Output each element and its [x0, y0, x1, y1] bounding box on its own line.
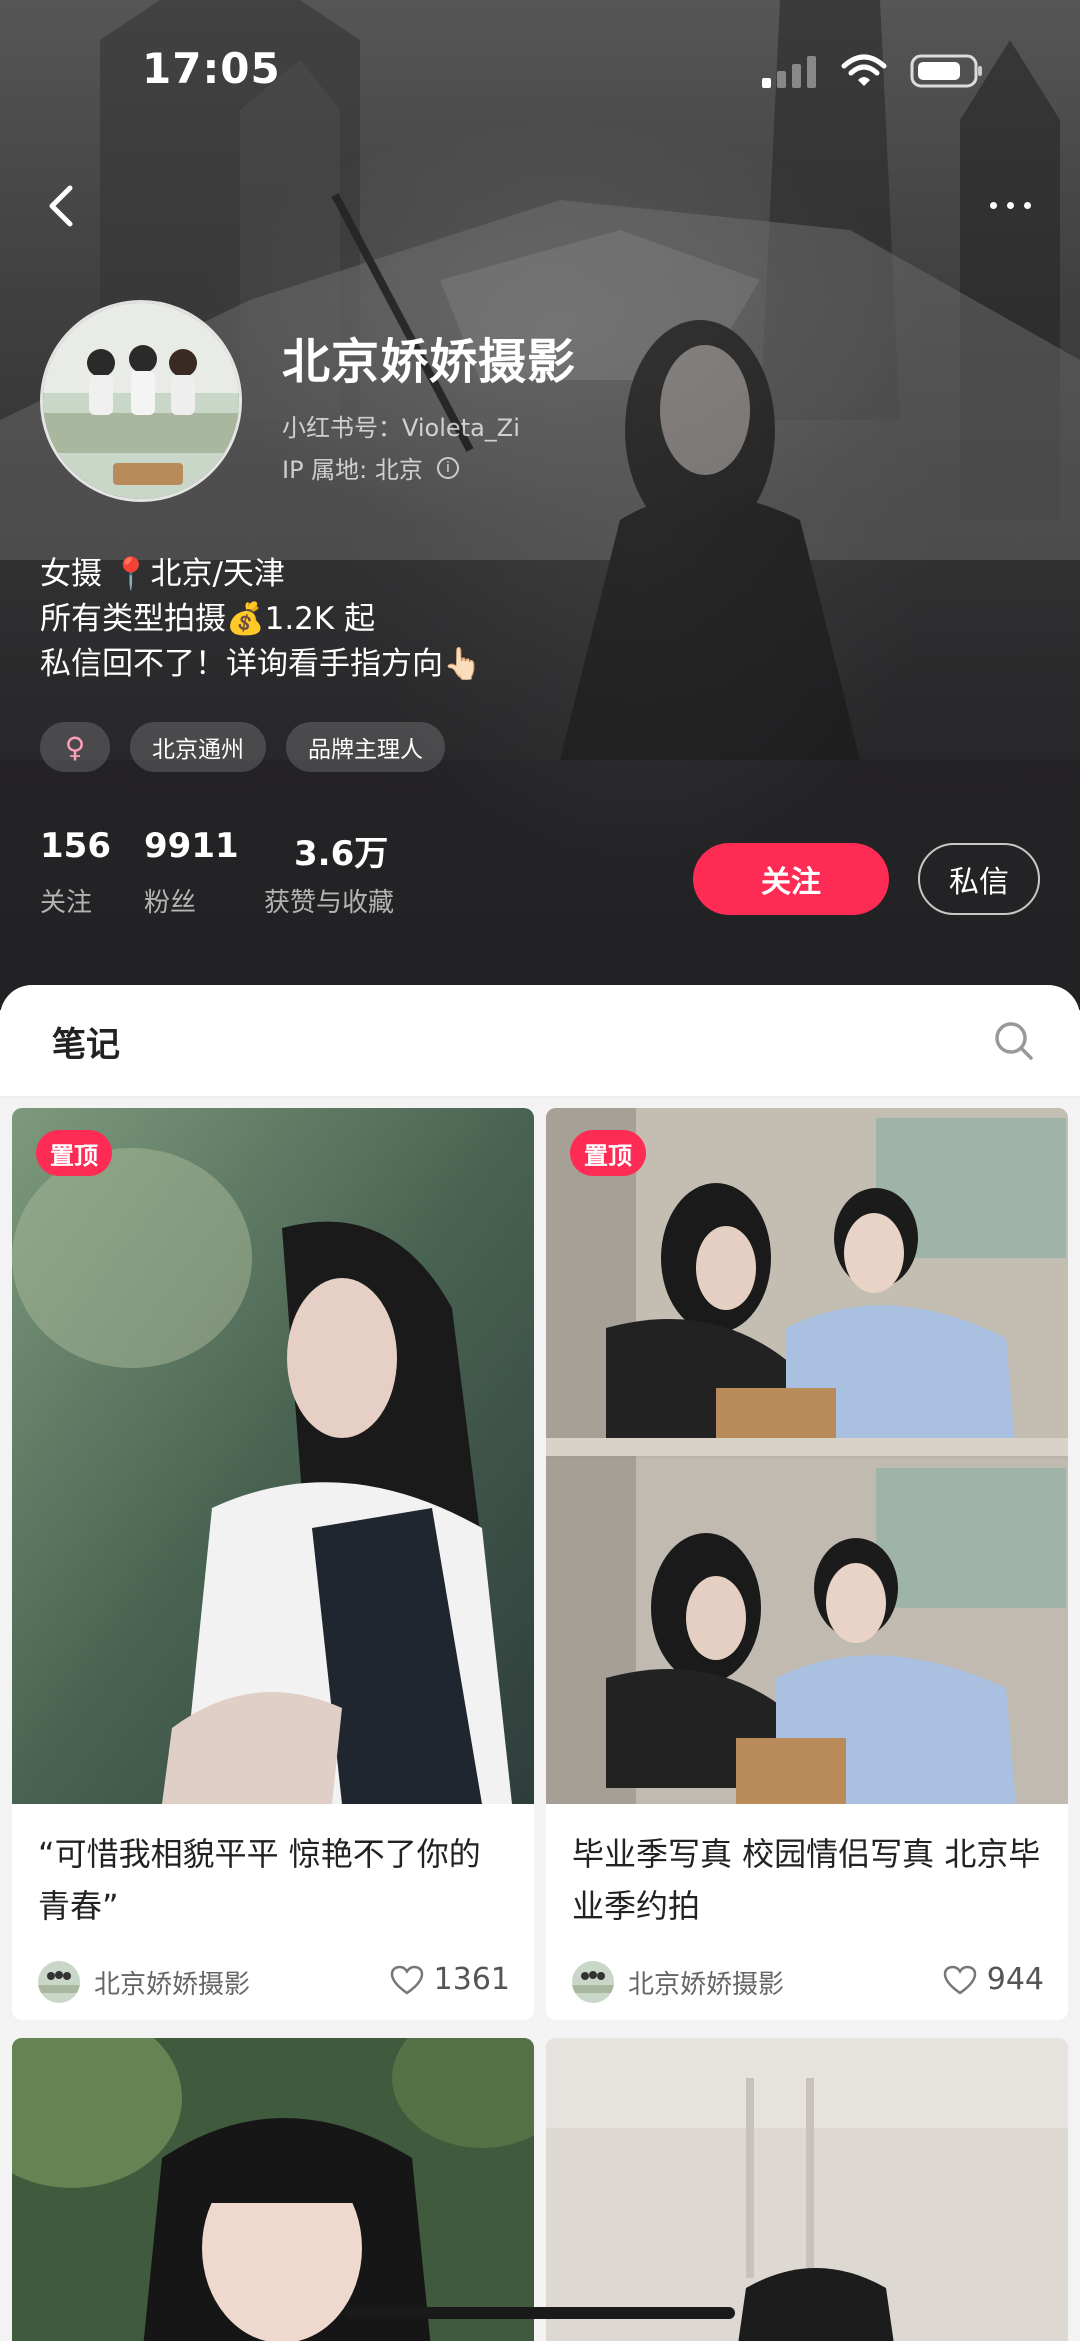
profile-nickname: 北京娇娇摄影 [282, 334, 577, 390]
profile-header: 17:05 北京娇娇摄影 小红书号：Violeta_Zi IP 属地: 北京 i… [0, 0, 1080, 1010]
ip-location: IP 属地: 北京 [282, 456, 423, 484]
note-cover-image [12, 2038, 534, 2341]
pinned-badge: 置顶 [36, 1130, 112, 1176]
like-button[interactable]: 944 [943, 1962, 1044, 1997]
author-avatar[interactable] [38, 1961, 80, 2003]
note-card[interactable] [12, 2038, 534, 2341]
avatar-image [43, 303, 239, 499]
like-count: 1361 [433, 1962, 510, 1997]
heart-icon [390, 1965, 423, 1995]
stat-label: 获赞与收藏 [264, 888, 395, 918]
profile-tags: ♀ 北京通州 品牌主理人 [40, 722, 445, 772]
note-footer: 北京娇娇摄影 944 [546, 1944, 1068, 2020]
home-indicator[interactable] [345, 2307, 735, 2319]
note-cover [546, 2038, 1068, 2341]
bio-line: 所有类型拍摄💰1.2K 起 [40, 601, 376, 637]
note-card[interactable] [546, 2038, 1068, 2341]
red-id[interactable]: 小红书号：Violeta_Zi [282, 408, 520, 443]
note-title: “可惜我相貌平平 惊艳不了你的青春” [38, 1835, 481, 1925]
tab-notes[interactable]: 笔记 [52, 1017, 120, 1066]
bio-line: 私信回不了！详询看手指方向👆🏻 [40, 646, 482, 682]
stat-label: 关注 [40, 888, 93, 918]
status-time: 17:05 [142, 44, 281, 93]
heart-icon [943, 1965, 976, 1995]
note-author[interactable]: 北京娇娇摄影 [94, 1964, 250, 2001]
search-icon [995, 1022, 1033, 1060]
message-button[interactable]: 私信 [918, 843, 1040, 915]
stat-following[interactable]: 156 关注 [40, 826, 144, 919]
note-cover: 置顶 [546, 1108, 1068, 1804]
note-cover [12, 2038, 534, 2341]
note-cover: 置顶 [12, 1108, 534, 1804]
search-button[interactable] [992, 1019, 1036, 1063]
stat-followers[interactable]: 9911 粉丝 [144, 826, 264, 919]
stat-label: 粉丝 [144, 888, 197, 918]
tag-location[interactable]: 北京通州 [130, 722, 266, 772]
status-icons [762, 54, 984, 88]
note-title: 毕业季写真 校园情侣写真 北京毕业季约拍 [572, 1835, 1041, 1925]
battery-icon [910, 54, 982, 88]
follow-button[interactable]: 关注 [693, 843, 889, 915]
more-dot-icon [989, 201, 997, 209]
stat-value: 3.6万 [294, 834, 389, 874]
more-dot-icon [1023, 201, 1031, 209]
profile-bio: 女摄 📍北京/天津 所有类型拍摄💰1.2K 起 私信回不了！详询看手指方向👆🏻 [40, 552, 482, 687]
note-author[interactable]: 北京娇娇摄影 [628, 1964, 784, 2001]
more-dot-icon [1006, 201, 1014, 209]
bio-line: 女摄 📍北京/天津 [40, 556, 285, 592]
more-options-button[interactable] [980, 190, 1040, 220]
note-cover-image [12, 1108, 534, 1804]
stat-likes-collects[interactable]: 3.6万 获赞与收藏 [264, 826, 444, 919]
like-count: 944 [986, 1962, 1044, 1997]
info-icon[interactable]: i [436, 456, 459, 479]
profile-stats: 156 关注 9911 粉丝 3.6万 获赞与收藏 [40, 826, 444, 919]
like-button[interactable]: 1361 [390, 1962, 510, 1997]
back-button[interactable] [40, 176, 84, 236]
note-cover-image [546, 1108, 1068, 1804]
notes-tab-bar: 笔记 [0, 985, 1080, 1097]
ip-location-row: IP 属地: 北京 i [282, 450, 459, 485]
author-avatar-image [572, 1961, 614, 2003]
note-card[interactable]: 置顶 毕业季写真 校园情侣写真 北京毕业季约拍 北京娇娇摄影 944 [546, 1108, 1068, 2020]
tag-brand-owner[interactable]: 品牌主理人 [286, 722, 445, 772]
note-footer: 北京娇娇摄影 1361 [12, 1944, 534, 2020]
chevron-left-icon [49, 185, 73, 227]
cellular-signal-icon [762, 56, 816, 88]
pinned-badge: 置顶 [570, 1130, 646, 1176]
female-icon: ♀ [40, 722, 110, 772]
note-card[interactable]: 置顶 “可惜我相貌平平 惊艳不了你的青春” 北京娇娇摄影 1361 [12, 1108, 534, 2020]
stat-value: 156 [40, 826, 111, 866]
stat-value: 9911 [144, 826, 239, 866]
note-cover-image [546, 2038, 1068, 2341]
author-avatar[interactable] [572, 1961, 614, 2003]
author-avatar-image [38, 1961, 80, 2003]
profile-avatar[interactable] [40, 300, 242, 502]
wifi-icon [841, 54, 887, 86]
